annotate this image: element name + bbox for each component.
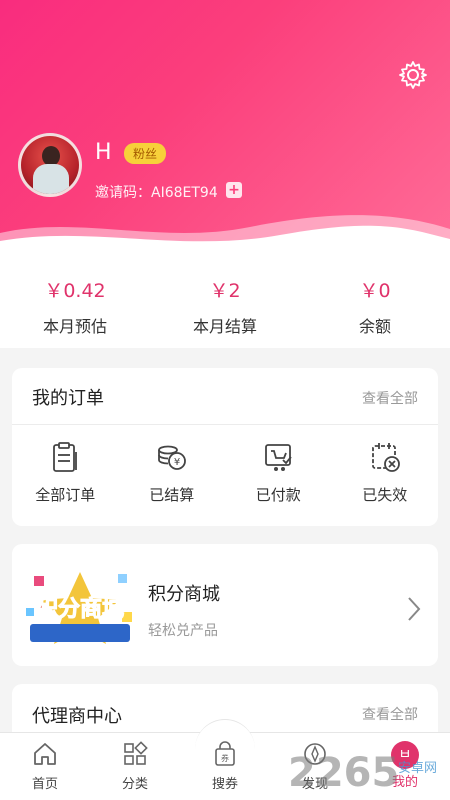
stat-label: 本月预估: [42, 317, 107, 336]
tab-home[interactable]: 首页: [0, 733, 90, 800]
coins-icon: ¥: [157, 445, 186, 470]
tab-label: 搜券: [211, 777, 238, 792]
tab-label: 首页: [31, 777, 58, 792]
clipboard-icon: [53, 442, 78, 472]
order-status-row: 全部订单 ¥ 已结算 已付款 已失效: [12, 440, 438, 505]
order-all-button[interactable]: 全部订单: [12, 440, 119, 505]
stat-balance[interactable]: ￥0 余额: [300, 250, 450, 348]
tab-search-coupon[interactable]: 券 搜券: [180, 719, 270, 800]
stat-value: ￥0.42: [44, 280, 106, 302]
profile-header: H 粉丝 邀请码：AI68ET94 +: [0, 0, 450, 250]
copy-invite-button[interactable]: +: [226, 182, 242, 198]
points-mall-banner-image: 积分商城: [26, 572, 132, 644]
tab-category[interactable]: 分类: [90, 733, 180, 800]
divider: [12, 424, 438, 425]
order-expired-button[interactable]: 已失效: [332, 440, 439, 505]
stat-label: 本月结算: [192, 317, 257, 336]
category-icon: [124, 741, 148, 765]
expired-icon: [371, 443, 400, 472]
watermark-sub: 安卓网: [398, 761, 437, 776]
stat-month-estimate[interactable]: ￥0.42 本月预估: [0, 250, 150, 348]
stat-month-settled[interactable]: ￥2 本月结算: [150, 250, 300, 348]
user-name: H: [95, 140, 112, 165]
order-label: 已失效: [362, 486, 408, 504]
chevron-right-icon: [408, 597, 421, 621]
home-icon: [34, 743, 56, 765]
orders-card: 我的订单 查看全部 全部订单 ¥ 已结算 已付款 已失效: [12, 368, 438, 526]
orders-view-all-link[interactable]: 查看全部: [362, 388, 418, 408]
order-label: 已结算: [149, 486, 195, 504]
cart-paid-icon: [265, 444, 292, 471]
avatar-head: [42, 146, 60, 166]
gear-icon[interactable]: [398, 60, 428, 90]
points-mall-subtitle: 轻松兑产品: [148, 623, 218, 639]
points-mall-title: 积分商城: [148, 584, 220, 605]
invite-code: 邀请码：AI68ET94: [95, 185, 218, 201]
svg-text:¥: ¥: [174, 457, 180, 468]
points-mall-image-text: 积分商城: [36, 596, 124, 622]
agent-view-all-link[interactable]: 查看全部: [362, 704, 418, 724]
earnings-stats: ￥0.42 本月预估 ￥2 本月结算 ￥0 余额: [0, 250, 450, 348]
site-watermark: 2265 安卓网: [288, 750, 437, 796]
order-settled-button[interactable]: ¥ 已结算: [119, 440, 226, 505]
order-label: 已付款: [255, 486, 301, 504]
tab-label: 分类: [121, 777, 148, 792]
avatar-body: [33, 164, 69, 194]
stat-value: ￥0: [359, 280, 391, 302]
coupon-bag-icon: 券: [215, 741, 235, 766]
coupon-icon-text: 券: [221, 753, 229, 763]
stat-label: 余额: [358, 317, 391, 336]
fan-badge: 粉丝: [124, 143, 167, 164]
points-mall-card[interactable]: 积分商城 积分商城 轻松兑产品: [12, 544, 438, 666]
avatar[interactable]: [18, 133, 82, 197]
stat-value: ￥2: [209, 280, 241, 302]
agent-center-title: 代理商中心: [32, 706, 122, 727]
order-label: 全部订单: [35, 486, 96, 504]
watermark-text: 2265: [288, 750, 399, 796]
order-paid-button[interactable]: 已付款: [225, 440, 332, 505]
header-wave: [0, 215, 450, 250]
orders-title: 我的订单: [32, 388, 104, 409]
